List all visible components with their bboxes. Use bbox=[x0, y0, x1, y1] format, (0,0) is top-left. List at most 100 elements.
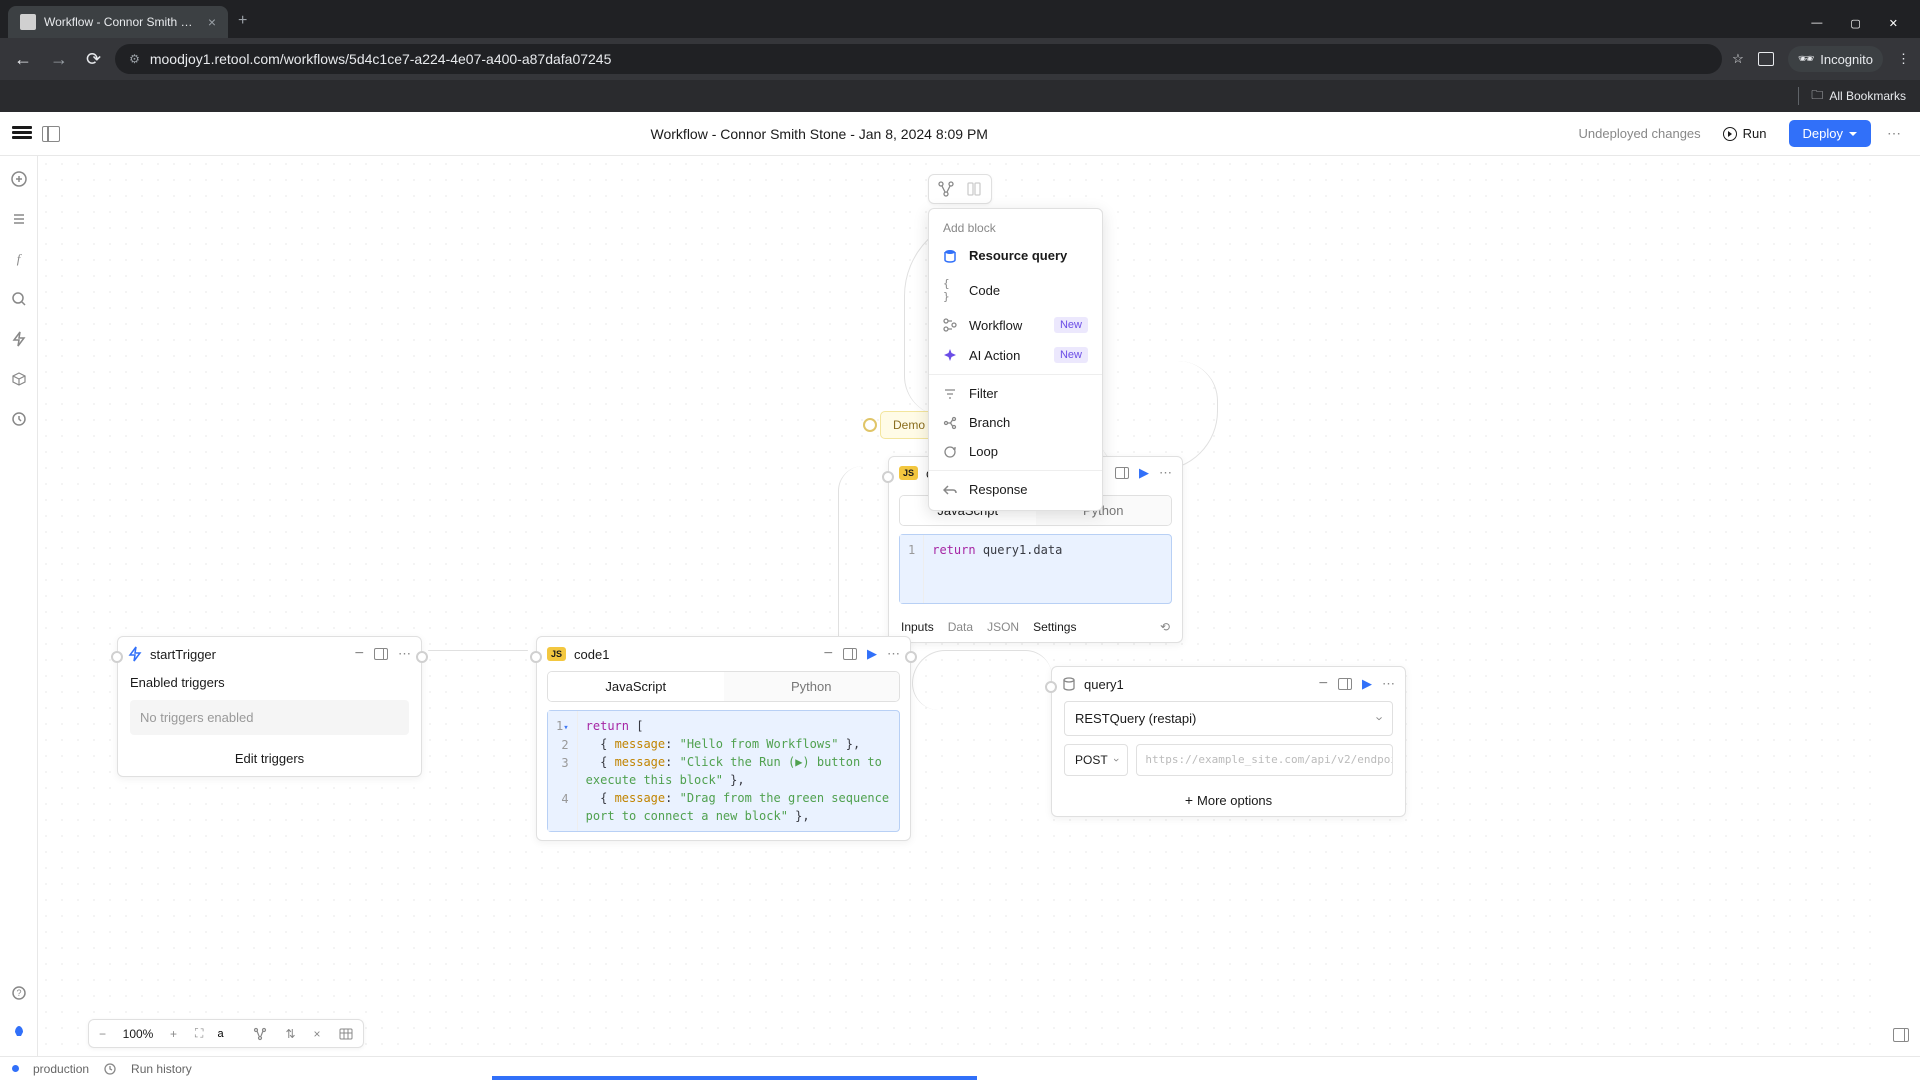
code-editor[interactable]: 1 return query1.data bbox=[899, 534, 1172, 604]
expand-icon[interactable] bbox=[1338, 678, 1352, 690]
url-input[interactable]: https://example_site.com/api/v2/endpoi bbox=[1136, 744, 1393, 776]
page-title: Workflow - Connor Smith Stone - Jan 8, 2… bbox=[70, 126, 1569, 142]
more-icon[interactable]: ⋯ bbox=[1159, 465, 1172, 481]
footer-tab-json[interactable]: JSON bbox=[987, 620, 1019, 634]
header-more-icon[interactable]: ⋯ bbox=[1881, 119, 1908, 148]
tab-python[interactable]: Python bbox=[724, 672, 900, 701]
node-name[interactable]: query1 bbox=[1084, 677, 1124, 692]
more-options-button[interactable]: +More options bbox=[1052, 784, 1405, 816]
swap-icon[interactable]: ⇅ bbox=[281, 1024, 299, 1044]
js-badge-icon: JS bbox=[547, 647, 566, 661]
footer-tab-data[interactable]: Data bbox=[948, 620, 973, 634]
close-icon[interactable]: × bbox=[310, 1024, 325, 1044]
play-icon[interactable]: ▶ bbox=[1362, 676, 1372, 692]
search-icon[interactable] bbox=[10, 290, 28, 308]
dd-filter[interactable]: Filter bbox=[929, 379, 1102, 408]
node-name[interactable]: code1 bbox=[574, 647, 609, 662]
run-button[interactable]: Run bbox=[1711, 120, 1779, 147]
zoom-out-icon[interactable]: − bbox=[95, 1024, 110, 1044]
footer-tab-inputs[interactable]: Inputs bbox=[901, 620, 934, 634]
close-window-icon[interactable]: ✕ bbox=[1875, 9, 1912, 38]
dd-branch[interactable]: Branch bbox=[929, 408, 1102, 437]
dd-code[interactable]: { } Code bbox=[929, 270, 1102, 310]
deploy-button[interactable]: Deploy bbox=[1789, 120, 1871, 147]
zoom-controls: − 100% + ⛶ ⇅ × bbox=[88, 1019, 364, 1048]
tab-javascript[interactable]: JavaScript bbox=[548, 672, 724, 701]
minimize-icon[interactable]: — bbox=[1797, 9, 1836, 38]
graph-view-icon[interactable] bbox=[937, 180, 955, 198]
app-logo[interactable] bbox=[12, 126, 32, 142]
forward-icon[interactable]: → bbox=[46, 45, 72, 74]
play-icon[interactable]: ▶ bbox=[867, 646, 877, 662]
more-icon[interactable]: ⋯ bbox=[887, 646, 900, 662]
code-editor[interactable]: 1▾ 2 3 4 return [ { message: "Hello from… bbox=[547, 710, 900, 832]
bookmark-star-icon[interactable]: ☆ bbox=[1732, 51, 1744, 67]
refresh-icon[interactable]: ⟲ bbox=[1160, 620, 1170, 634]
browser-menu-icon[interactable]: ⋮ bbox=[1897, 51, 1910, 67]
add-block-icon[interactable] bbox=[10, 170, 28, 188]
panel-toggle-icon[interactable] bbox=[1758, 52, 1774, 66]
input-port[interactable] bbox=[111, 651, 123, 663]
more-icon[interactable]: ⋯ bbox=[1382, 676, 1395, 692]
method-select[interactable]: POST bbox=[1064, 744, 1128, 776]
zoom-in-icon[interactable]: + bbox=[166, 1024, 181, 1044]
triggers-label: Enabled triggers bbox=[118, 671, 421, 694]
help-icon[interactable]: ? bbox=[10, 984, 28, 1002]
history-icon[interactable] bbox=[10, 410, 28, 428]
lightning-icon[interactable] bbox=[10, 330, 28, 348]
new-badge: New bbox=[1054, 347, 1088, 363]
close-tab-icon[interactable]: × bbox=[208, 14, 216, 30]
back-icon[interactable]: ← bbox=[10, 45, 36, 74]
list-view-icon[interactable] bbox=[965, 180, 983, 198]
expand-icon[interactable] bbox=[843, 648, 857, 660]
package-icon[interactable] bbox=[10, 370, 28, 388]
fit-screen-icon[interactable]: ⛶ bbox=[191, 1023, 207, 1044]
expand-icon[interactable] bbox=[1115, 467, 1129, 479]
address-bar[interactable]: ⚙ moodjoy1.retool.com/workflows/5d4c1ce7… bbox=[115, 44, 1722, 74]
function-icon[interactable]: f bbox=[10, 250, 28, 268]
edit-triggers-button[interactable]: Edit triggers bbox=[118, 741, 421, 776]
footer-tab-settings[interactable]: Settings bbox=[1033, 620, 1076, 634]
dd-ai-action[interactable]: AI Action New bbox=[929, 340, 1102, 370]
output-port[interactable] bbox=[416, 651, 428, 663]
new-badge: New bbox=[1054, 317, 1088, 333]
dd-response[interactable]: Response bbox=[929, 475, 1102, 504]
layout-icon[interactable] bbox=[249, 1024, 271, 1044]
code1-node: JS code1 − ▶ ⋯ JavaScript Python 1▾ 2 3 bbox=[536, 636, 911, 841]
tab-favicon bbox=[20, 14, 36, 30]
rocket-icon[interactable] bbox=[10, 1024, 28, 1042]
expand-icon[interactable] bbox=[374, 648, 388, 660]
input-port[interactable] bbox=[1045, 681, 1057, 693]
toggle-sidebar-icon[interactable] bbox=[42, 126, 60, 142]
node-name[interactable]: startTrigger bbox=[150, 647, 216, 662]
zoom-input[interactable] bbox=[217, 1028, 239, 1040]
output-port[interactable] bbox=[905, 651, 917, 663]
blocks-list-icon[interactable] bbox=[10, 210, 28, 228]
browser-tab[interactable]: Workflow - Connor Smith Ston × bbox=[8, 6, 228, 38]
run-history-link[interactable]: Run history bbox=[131, 1062, 192, 1076]
reply-icon bbox=[943, 483, 959, 497]
filter-icon bbox=[943, 387, 959, 401]
workflow-icon bbox=[943, 318, 959, 332]
all-bookmarks-link[interactable]: All Bookmarks bbox=[1829, 89, 1906, 103]
grid-icon[interactable] bbox=[335, 1025, 357, 1043]
more-icon[interactable]: ⋯ bbox=[398, 646, 411, 662]
resource-selector[interactable]: RESTQuery (restapi) bbox=[1064, 701, 1393, 736]
environment-label[interactable]: production bbox=[33, 1062, 89, 1076]
new-tab-button[interactable]: + bbox=[228, 4, 257, 38]
reload-icon[interactable]: ⟳ bbox=[82, 45, 105, 74]
dd-workflow[interactable]: Workflow New bbox=[929, 310, 1102, 340]
input-port[interactable] bbox=[882, 471, 894, 483]
dd-loop[interactable]: Loop bbox=[929, 437, 1102, 466]
query1-node: query1 − ▶ ⋯ RESTQuery (restapi) POST ht… bbox=[1051, 666, 1406, 817]
maximize-icon[interactable]: ▢ bbox=[1836, 9, 1874, 38]
dd-resource-query[interactable]: Resource query bbox=[929, 241, 1102, 270]
input-port[interactable] bbox=[530, 651, 542, 663]
right-panel-icon[interactable] bbox=[1893, 1028, 1909, 1042]
site-settings-icon[interactable]: ⚙ bbox=[129, 52, 140, 66]
collapse-icon[interactable]: − bbox=[355, 645, 364, 663]
collapse-icon[interactable]: − bbox=[1319, 675, 1328, 693]
svg-text:?: ? bbox=[16, 988, 21, 998]
play-icon[interactable]: ▶ bbox=[1139, 465, 1149, 481]
collapse-icon[interactable]: − bbox=[824, 645, 833, 663]
